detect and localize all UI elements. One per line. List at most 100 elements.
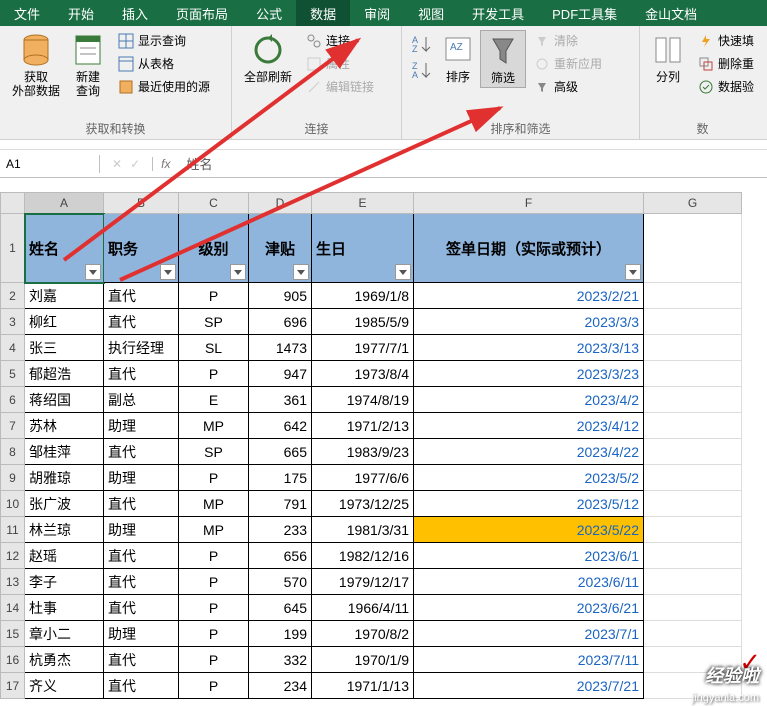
table-header-f[interactable]: 签单日期（实际或预计）	[414, 214, 644, 283]
cell[interactable]: 2023/5/12	[414, 491, 644, 517]
cell[interactable]: 1977/7/1	[312, 335, 414, 361]
row-header-10[interactable]: 10	[0, 491, 25, 517]
filter-dropdown-c[interactable]	[230, 264, 246, 280]
cell[interactable]: 郁超浩	[25, 361, 104, 387]
cell[interactable]: 1971/2/13	[312, 413, 414, 439]
cell[interactable]: 2023/5/22	[414, 517, 644, 543]
row-header-9[interactable]: 9	[0, 465, 25, 491]
cell[interactable]: 执行经理	[104, 335, 179, 361]
tab-pdf[interactable]: PDF工具集	[538, 0, 631, 26]
col-header-d[interactable]: D	[249, 192, 312, 214]
cell[interactable]	[644, 361, 742, 387]
cell[interactable]	[644, 439, 742, 465]
cell[interactable]: 2023/3/3	[414, 309, 644, 335]
cell[interactable]: 1971/1/13	[312, 673, 414, 699]
cell[interactable]: 199	[249, 621, 312, 647]
table-header-a[interactable]: 姓名	[25, 214, 104, 283]
cell[interactable]: 直代	[104, 543, 179, 569]
cell[interactable]: 570	[249, 569, 312, 595]
row-header-12[interactable]: 12	[0, 543, 25, 569]
tab-wps[interactable]: 金山文档	[631, 0, 711, 26]
cell[interactable]: 直代	[104, 361, 179, 387]
tab-view[interactable]: 视图	[404, 0, 458, 26]
cell[interactable]: 947	[249, 361, 312, 387]
cell[interactable]: 1973/12/25	[312, 491, 414, 517]
connections-button[interactable]: 连接	[302, 30, 378, 51]
get-external-data-button[interactable]: 获取 外部数据	[6, 30, 66, 100]
cell[interactable]: 直代	[104, 673, 179, 699]
cell[interactable]: MP	[179, 491, 249, 517]
cell[interactable]	[644, 595, 742, 621]
cell[interactable]: P	[179, 647, 249, 673]
filter-button[interactable]: 筛选	[480, 30, 526, 88]
tab-formula[interactable]: 公式	[242, 0, 296, 26]
cell[interactable]: MP	[179, 517, 249, 543]
cell[interactable]: 张三	[25, 335, 104, 361]
cell[interactable]: 胡雅琼	[25, 465, 104, 491]
cell[interactable]: 2023/4/2	[414, 387, 644, 413]
col-header-b[interactable]: B	[104, 192, 179, 214]
formula-input[interactable]: 姓名	[178, 152, 767, 175]
remove-dup-button[interactable]: 删除重	[694, 53, 758, 74]
cell[interactable]: 1982/12/16	[312, 543, 414, 569]
cell[interactable]: 2023/3/23	[414, 361, 644, 387]
table-header-e[interactable]: 生日	[312, 214, 414, 283]
cell[interactable]: 791	[249, 491, 312, 517]
cell[interactable]: 2023/5/2	[414, 465, 644, 491]
cell[interactable]: 1973/8/4	[312, 361, 414, 387]
cell[interactable]: 2023/2/21	[414, 283, 644, 309]
sort-za-icon[interactable]: ZA	[412, 60, 432, 80]
cell[interactable]: SP	[179, 309, 249, 335]
cell[interactable]: 1979/12/17	[312, 569, 414, 595]
row-header-13[interactable]: 13	[0, 569, 25, 595]
cell[interactable]: 361	[249, 387, 312, 413]
cell[interactable]: 2023/7/11	[414, 647, 644, 673]
cell[interactable]: 1977/6/6	[312, 465, 414, 491]
cell[interactable]: 233	[249, 517, 312, 543]
cell[interactable]: 助理	[104, 621, 179, 647]
row-header-11[interactable]: 11	[0, 517, 25, 543]
cell[interactable]: 杜事	[25, 595, 104, 621]
cell[interactable]: 直代	[104, 439, 179, 465]
cell[interactable]: 1970/8/2	[312, 621, 414, 647]
table-header-c[interactable]: 级别	[179, 214, 249, 283]
cell[interactable]: 林兰琼	[25, 517, 104, 543]
filter-dropdown-d[interactable]	[293, 264, 309, 280]
tab-dev[interactable]: 开发工具	[458, 0, 538, 26]
recent-sources-button[interactable]: 最近使用的源	[114, 76, 214, 97]
cell[interactable]: 助理	[104, 413, 179, 439]
cell[interactable]: 2023/6/21	[414, 595, 644, 621]
filter-dropdown-a[interactable]	[85, 264, 101, 280]
cell[interactable]: 邹桂萍	[25, 439, 104, 465]
cell[interactable]: SP	[179, 439, 249, 465]
cell[interactable]: 2023/7/1	[414, 621, 644, 647]
name-box[interactable]: A1	[0, 155, 100, 173]
row-header-8[interactable]: 8	[0, 439, 25, 465]
cell[interactable]: 642	[249, 413, 312, 439]
row-header-7[interactable]: 7	[0, 413, 25, 439]
data-validation-button[interactable]: 数据验	[694, 76, 758, 97]
tab-home[interactable]: 开始	[54, 0, 108, 26]
cell[interactable]: 直代	[104, 491, 179, 517]
col-header-c[interactable]: C	[179, 192, 249, 214]
cell[interactable]: 1473	[249, 335, 312, 361]
cell[interactable]: 1970/1/9	[312, 647, 414, 673]
row-header-5[interactable]: 5	[0, 361, 25, 387]
sort-az-icon[interactable]: AZ	[412, 34, 432, 54]
cell[interactable]: 1974/8/19	[312, 387, 414, 413]
show-query-button[interactable]: 显示查询	[114, 30, 214, 51]
cell[interactable]: 2023/7/21	[414, 673, 644, 699]
cell[interactable]: 李子	[25, 569, 104, 595]
col-header-e[interactable]: E	[312, 192, 414, 214]
from-table-button[interactable]: 从表格	[114, 53, 214, 74]
cell[interactable]: 2023/3/13	[414, 335, 644, 361]
cell[interactable]	[644, 283, 742, 309]
refresh-all-button[interactable]: 全部刷新	[238, 30, 298, 86]
flash-fill-button[interactable]: 快速填	[694, 30, 758, 51]
cell[interactable]: 直代	[104, 595, 179, 621]
cell[interactable]: 1981/3/31	[312, 517, 414, 543]
cell[interactable]: 助理	[104, 465, 179, 491]
cell[interactable]: 助理	[104, 517, 179, 543]
cell[interactable]: 1969/1/8	[312, 283, 414, 309]
cell[interactable]: 1985/5/9	[312, 309, 414, 335]
